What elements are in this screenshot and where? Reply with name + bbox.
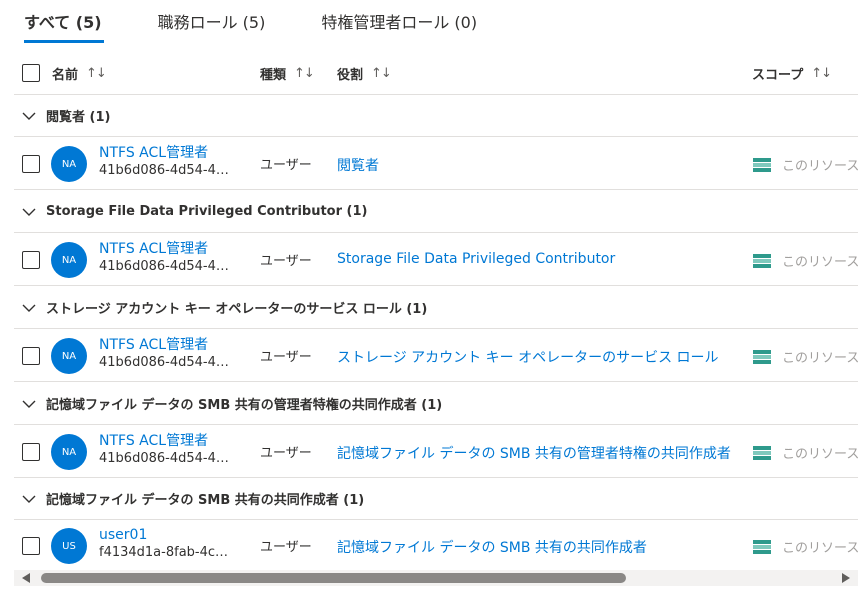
principal-name-link[interactable]: NTFS ACL管理者 <box>99 432 251 450</box>
avatar: NA <box>51 146 87 182</box>
scope-text: このリソース <box>782 447 860 462</box>
table-row: NA NTFS ACL管理者 41b6d086-4d54-4… ユーザー 記憶域… <box>14 426 859 478</box>
scope-text: このリソース <box>782 159 860 174</box>
group-title: 記憶域ファイル データの SMB 共有の共同作成者 (1) <box>46 493 365 508</box>
principal-id: 41b6d086-4d54-4… <box>99 163 229 178</box>
name-cell: NTFS ACL管理者 41b6d086-4d54-4… <box>99 144 251 180</box>
role-link[interactable]: 閲覧者 <box>337 155 379 175</box>
row-checkbox[interactable] <box>22 443 40 461</box>
row-checkbox[interactable] <box>22 347 40 365</box>
type-cell: ユーザー <box>260 350 312 365</box>
row-checkbox[interactable] <box>22 251 40 269</box>
scope-cell: このリソース <box>752 443 859 462</box>
column-header-scope-label: スコープ <box>752 68 804 83</box>
arrow-left-icon[interactable] <box>22 573 30 583</box>
chevron-down-icon[interactable] <box>22 109 36 123</box>
tab-privileged-admin-roles[interactable]: 特権管理者ロール (0) <box>307 0 493 41</box>
sort-icon: ↑↓ <box>811 66 832 81</box>
tab-all[interactable]: すべて (5) <box>10 0 118 43</box>
name-cell: user01 f4134d1a-8fab-4c… <box>99 526 251 562</box>
column-header-type-label: 種類 <box>260 68 287 83</box>
sort-icon: ↑↓ <box>371 66 392 81</box>
principal-name-link[interactable]: NTFS ACL管理者 <box>99 144 251 162</box>
column-header-name-label: 名前 <box>52 68 79 83</box>
type-cell: ユーザー <box>260 254 312 269</box>
column-header-role[interactable]: 役割 ↑↓ <box>337 64 392 83</box>
group-title: ストレージ アカウント キー オペレーターのサービス ロール (1) <box>46 302 428 317</box>
table-row: NA NTFS ACL管理者 41b6d086-4d54-4… ユーザー Sto… <box>14 234 859 286</box>
group-header[interactable]: ストレージ アカウント キー オペレーターのサービス ロール (1) <box>14 287 858 329</box>
table-row: NA NTFS ACL管理者 41b6d086-4d54-4… ユーザー ストレ… <box>14 330 859 382</box>
resource-icon <box>753 253 771 268</box>
scope-cell: このリソース <box>752 537 859 556</box>
row-checkbox[interactable] <box>22 155 40 173</box>
chevron-down-icon[interactable] <box>22 397 36 411</box>
chevron-down-icon[interactable] <box>22 301 36 315</box>
group-title: 記憶域ファイル データの SMB 共有の管理者特権の共同作成者 (1) <box>46 398 443 413</box>
scope-text: このリソース <box>782 255 860 270</box>
group-header[interactable]: 記憶域ファイル データの SMB 共有の共同作成者 (1) <box>14 478 858 520</box>
principal-name-link[interactable]: NTFS ACL管理者 <box>99 240 251 258</box>
group-header[interactable]: 閲覧者 (1) <box>14 95 858 137</box>
role-link[interactable]: 記憶域ファイル データの SMB 共有の管理者特権の共同作成者 <box>337 443 731 463</box>
name-cell: NTFS ACL管理者 41b6d086-4d54-4… <box>99 336 251 372</box>
avatar: NA <box>51 434 87 470</box>
principal-id: 41b6d086-4d54-4… <box>99 355 229 370</box>
chevron-down-icon[interactable] <box>22 492 36 506</box>
type-cell: ユーザー <box>260 540 312 555</box>
name-cell: NTFS ACL管理者 41b6d086-4d54-4… <box>99 240 251 276</box>
group-header[interactable]: Storage File Data Privileged Contributor… <box>14 191 858 233</box>
column-header-name[interactable]: 名前 ↑↓ <box>52 64 107 83</box>
select-all-checkbox[interactable] <box>22 64 40 82</box>
resource-icon <box>753 539 771 554</box>
column-header-scope[interactable]: スコープ ↑↓ <box>752 64 832 83</box>
tab-bar: すべて (5) 職務ロール (5) 特権管理者ロール (0) <box>10 0 519 44</box>
avatar: NA <box>51 242 87 278</box>
principal-id: 41b6d086-4d54-4… <box>99 451 229 466</box>
group-title: Storage File Data Privileged Contributor… <box>46 204 368 219</box>
group-title: 閲覧者 (1) <box>46 110 111 125</box>
principal-name-link[interactable]: NTFS ACL管理者 <box>99 336 251 354</box>
sort-icon: ↑↓ <box>294 66 315 81</box>
column-header-role-label: 役割 <box>337 68 364 83</box>
horizontal-scrollbar[interactable] <box>14 570 858 586</box>
scrollbar-thumb[interactable] <box>41 573 626 583</box>
principal-id: f4134d1a-8fab-4c… <box>99 545 229 560</box>
scope-text: このリソース <box>782 351 860 366</box>
resource-icon <box>753 157 771 172</box>
role-link[interactable]: ストレージ アカウント キー オペレーターのサービス ロール <box>337 347 719 367</box>
chevron-down-icon[interactable] <box>22 205 36 219</box>
role-link[interactable]: 記憶域ファイル データの SMB 共有の共同作成者 <box>337 537 647 557</box>
role-assignments-view: すべて (5) 職務ロール (5) 特権管理者ロール (0) 名前 ↑↓ 種類 … <box>0 0 865 606</box>
resource-icon <box>753 349 771 364</box>
tab-job-roles[interactable]: 職務ロール (5) <box>144 0 282 41</box>
group-header[interactable]: 記憶域ファイル データの SMB 共有の管理者特権の共同作成者 (1) <box>14 383 858 425</box>
principal-name-link[interactable]: user01 <box>99 526 251 544</box>
principal-id: 41b6d086-4d54-4… <box>99 259 229 274</box>
table-header: 名前 ↑↓ 種類 ↑↓ 役割 ↑↓ スコープ ↑↓ <box>14 52 858 95</box>
type-cell: ユーザー <box>260 158 312 173</box>
table-row: NA NTFS ACL管理者 41b6d086-4d54-4… ユーザー 閲覧者… <box>14 138 859 190</box>
sort-icon: ↑↓ <box>86 66 107 81</box>
arrow-right-icon[interactable] <box>842 573 850 583</box>
avatar: US <box>51 528 87 564</box>
scope-cell: このリソース <box>752 251 859 270</box>
role-link[interactable]: Storage File Data Privileged Contributor <box>337 251 615 267</box>
type-cell: ユーザー <box>260 446 312 461</box>
scope-cell: このリソース <box>752 347 859 366</box>
scope-cell: このリソース <box>752 155 859 174</box>
name-cell: NTFS ACL管理者 41b6d086-4d54-4… <box>99 432 251 468</box>
avatar: NA <box>51 338 87 374</box>
row-checkbox[interactable] <box>22 537 40 555</box>
resource-icon <box>753 445 771 460</box>
scope-text: このリソース <box>782 541 860 556</box>
table-row: US user01 f4134d1a-8fab-4c… ユーザー 記憶域ファイル… <box>14 520 859 572</box>
column-header-type[interactable]: 種類 ↑↓ <box>260 64 315 83</box>
